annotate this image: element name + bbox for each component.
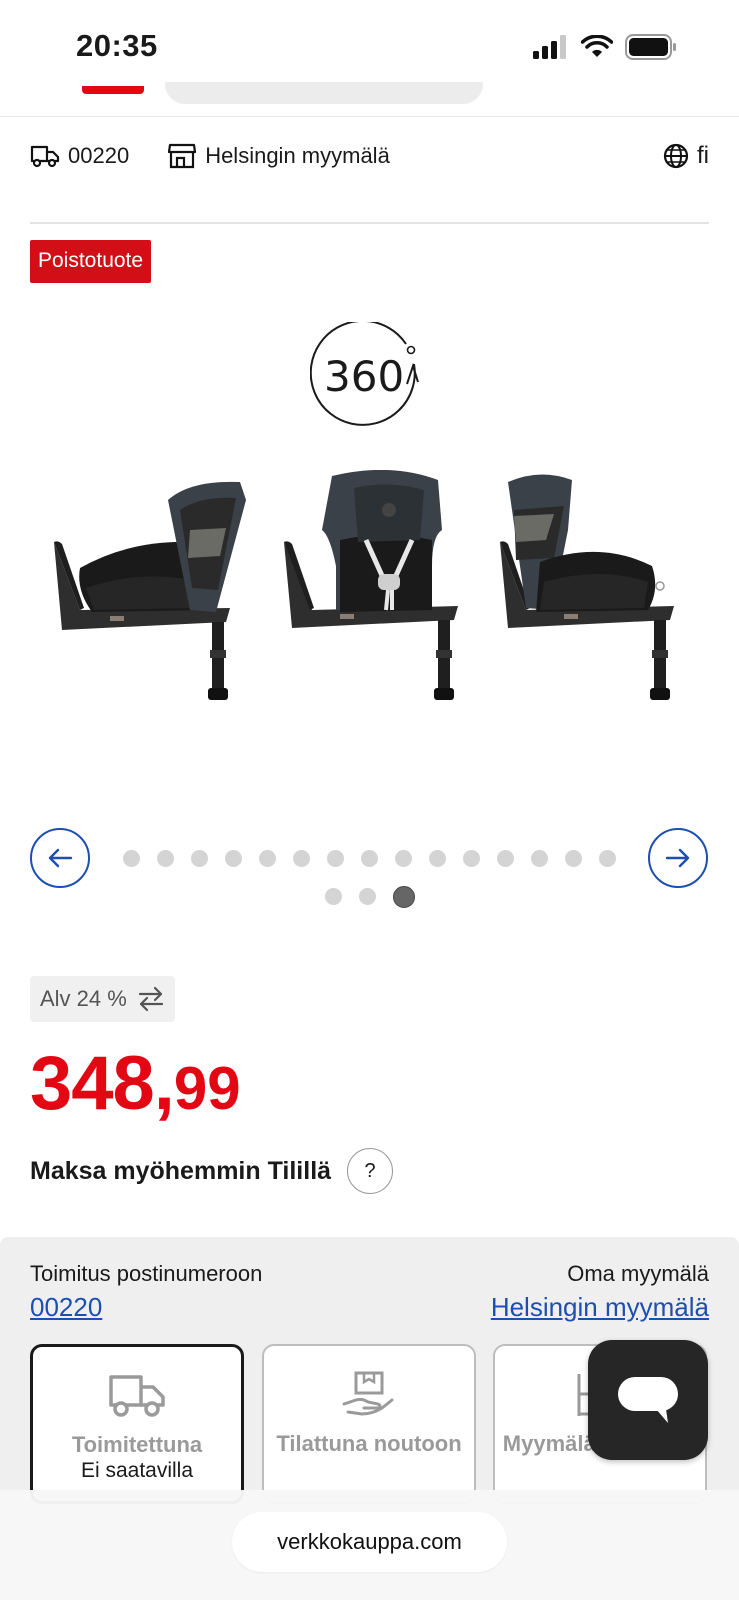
location-info-row: 00220 Helsingin myymälä fi — [30, 138, 709, 174]
wifi-icon — [581, 35, 613, 57]
status-icons — [533, 34, 677, 60]
own-store-link[interactable]: Helsingin myymälä — [491, 1292, 709, 1323]
cellular-signal-icon — [533, 35, 566, 59]
package-hand-icon — [342, 1371, 394, 1416]
chat-button[interactable] — [588, 1340, 708, 1460]
carousel-dot[interactable] — [157, 850, 174, 867]
car-seat-front-view — [284, 470, 458, 700]
delivery-option-title: Toimitettuna — [71, 1432, 203, 1457]
swap-arrows-icon — [138, 986, 163, 1012]
globe-icon — [663, 143, 689, 169]
carousel-dot[interactable] — [565, 850, 582, 867]
section-divider — [30, 222, 709, 224]
carousel-dot[interactable] — [225, 850, 242, 867]
carousel-dot-active[interactable] — [392, 886, 415, 908]
vat-toggle[interactable]: Alv 24 % — [30, 976, 175, 1022]
carousel-dot[interactable] — [191, 850, 208, 867]
vat-label: Alv 24 % — [40, 986, 127, 1011]
help-button[interactable]: ? — [347, 1148, 394, 1194]
carousel-dot[interactable] — [531, 850, 548, 867]
pay-later-row: Maksa myöhemmin Tilillä ? — [30, 1148, 394, 1194]
car-seat-side-view-right — [500, 474, 674, 700]
status-bar: 20:35 — [0, 0, 739, 90]
delivery-option-title: Tilattuna noutoon — [276, 1431, 462, 1456]
carousel-dot[interactable] — [123, 850, 140, 867]
pay-later-label: Maksa myöhemmin Tilillä — [30, 1156, 332, 1185]
header-search-fragment[interactable] — [165, 82, 483, 104]
clearance-badge: Poistotuote — [30, 240, 152, 283]
address-bar[interactable]: verkkokauppa.com — [232, 1512, 507, 1572]
store-name: Helsingin myymälä — [205, 143, 390, 168]
carousel-dot[interactable] — [395, 850, 412, 867]
car-seat-side-view-left — [54, 481, 246, 700]
view-360-button[interactable]: 360 — [309, 319, 430, 434]
delivery-postal-link[interactable]: 00220 — [30, 1292, 102, 1323]
carousel-dots-row-2 — [110, 886, 629, 908]
carousel-dot[interactable] — [463, 850, 480, 867]
chat-bubble-icon — [618, 1377, 678, 1423]
store-icon — [168, 143, 197, 169]
carousel-dot[interactable] — [429, 850, 446, 867]
delivery-option-pickup-order[interactable]: Tilattuna noutoon — [262, 1344, 476, 1504]
header-logo-fragment — [82, 86, 144, 94]
price-integer: 348, — [30, 1041, 175, 1126]
delivery-truck-icon — [109, 1375, 165, 1417]
price-decimals: 99 — [173, 1055, 241, 1122]
carousel-dot[interactable] — [358, 888, 376, 905]
store-selector[interactable]: Helsingin myymälä — [167, 143, 390, 169]
arrow-left-icon — [48, 848, 73, 868]
carousel-dot[interactable] — [497, 850, 514, 867]
carousel-dot[interactable] — [361, 850, 378, 867]
battery-icon — [625, 34, 676, 60]
status-time: 20:35 — [76, 28, 158, 63]
carousel-prev-button[interactable] — [30, 828, 90, 888]
language-code: fi — [697, 142, 709, 169]
delivery-postal-selector[interactable]: 00220 — [30, 143, 129, 169]
carousel-dots-row-1 — [110, 850, 629, 867]
own-store-label: Oma myymälä — [567, 1261, 709, 1286]
delivery-truck-icon — [30, 145, 60, 168]
carousel-next-button[interactable] — [648, 828, 708, 888]
view-360-label: 360 — [324, 352, 405, 401]
arrow-right-icon — [665, 848, 690, 868]
header-divider — [0, 116, 739, 117]
product-price: 348, 99 — [30, 1040, 241, 1127]
delivery-option-status: Ei saatavilla — [80, 1459, 194, 1482]
delivery-postal-label: Toimitus postinumeroon — [30, 1261, 263, 1286]
carousel-dot[interactable] — [327, 850, 344, 867]
delivery-option-delivered[interactable]: Toimitettuna Ei saatavilla — [30, 1344, 244, 1504]
delivery-postal-code: 00220 — [68, 143, 130, 168]
carousel-dot[interactable] — [599, 850, 616, 867]
carousel-dot[interactable] — [293, 850, 310, 867]
product-image[interactable] — [40, 470, 720, 760]
carousel-dot[interactable] — [324, 888, 342, 905]
language-selector[interactable]: fi — [663, 142, 709, 170]
carousel-dot[interactable] — [259, 850, 276, 867]
